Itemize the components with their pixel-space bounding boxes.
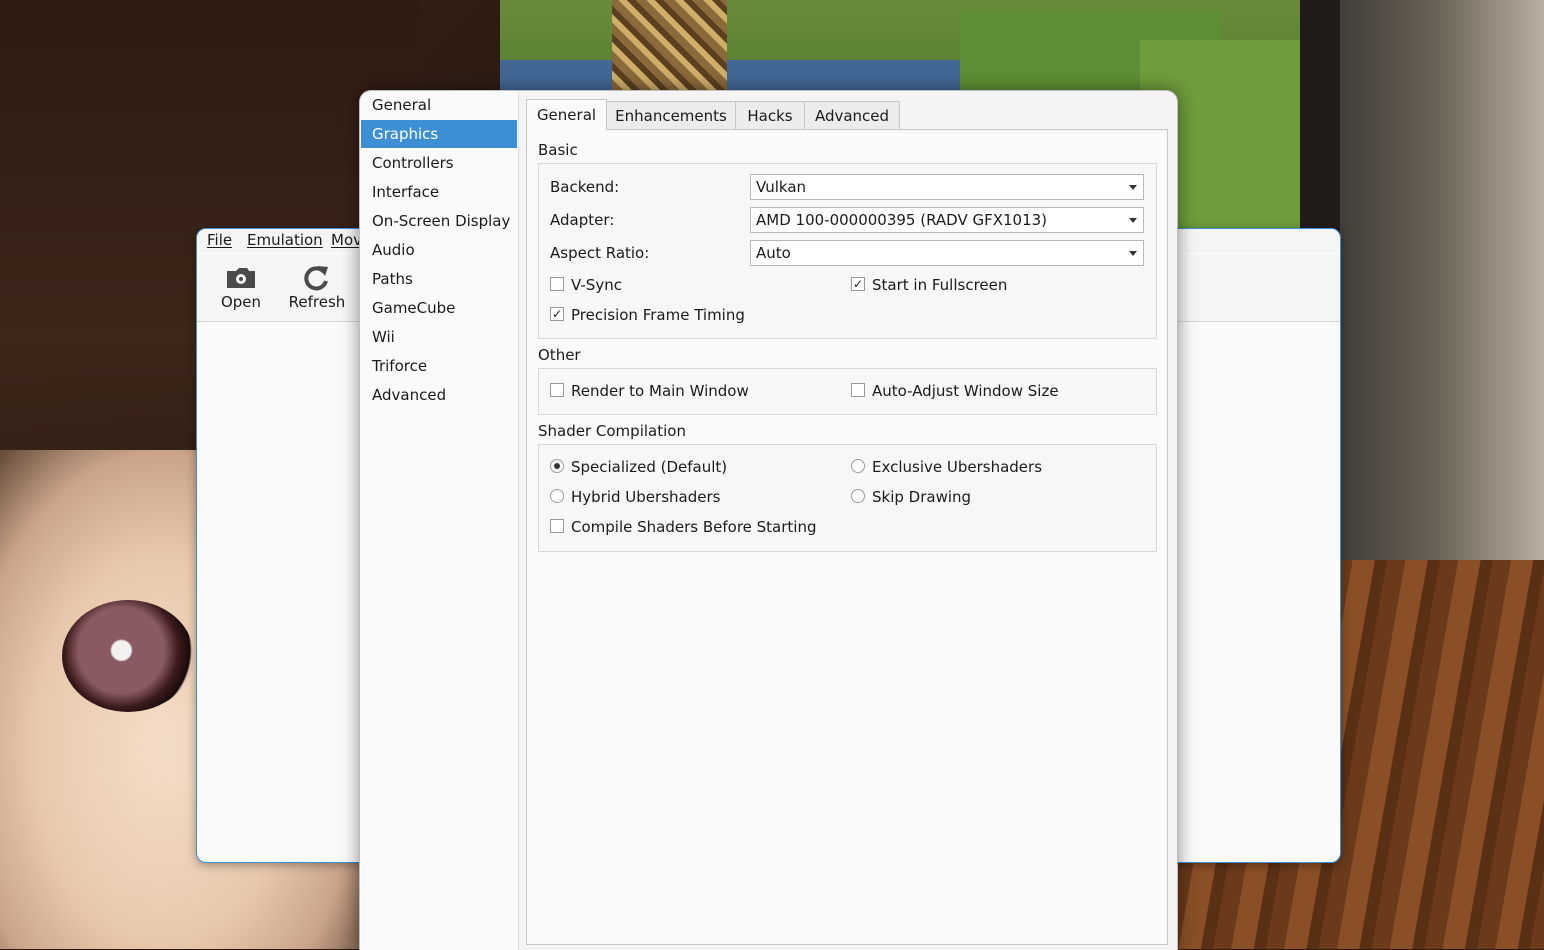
wallpaper-character-eye bbox=[62, 600, 194, 712]
start-fullscreen-label: Start in Fullscreen bbox=[872, 276, 1008, 294]
skip-drawing-radio[interactable]: Skip Drawing bbox=[851, 487, 971, 507]
basic-group-title: Basic bbox=[538, 141, 578, 159]
render-main-window-label: Render to Main Window bbox=[571, 382, 749, 400]
chevron-down-icon bbox=[1129, 185, 1137, 190]
auto-adjust-window-label: Auto-Adjust Window Size bbox=[872, 382, 1059, 400]
adapter-value: AMD 100-000000395 (RADV GFX1013) bbox=[756, 211, 1048, 229]
aspect-ratio-select[interactable]: Auto bbox=[750, 240, 1144, 266]
compile-shaders-label: Compile Shaders Before Starting bbox=[571, 518, 817, 536]
radio-dot bbox=[550, 458, 564, 473]
checkbox-box bbox=[550, 304, 564, 324]
sidebar-item-interface[interactable]: Interface bbox=[361, 178, 517, 206]
checkbox-box bbox=[550, 382, 564, 397]
shader-compilation-group: Specialized (Default) Exclusive Ubershad… bbox=[538, 444, 1157, 552]
checkbox-box bbox=[550, 518, 564, 533]
general-tab-panel: Basic Backend: Vulkan Adapter: AMD 100-0… bbox=[526, 129, 1168, 945]
vsync-checkbox[interactable]: V-Sync bbox=[550, 275, 622, 295]
sidebar-item-audio[interactable]: Audio bbox=[361, 236, 517, 264]
radio-dot bbox=[851, 488, 865, 503]
chevron-down-icon bbox=[1129, 251, 1137, 256]
vsync-label: V-Sync bbox=[571, 276, 622, 294]
aspect-ratio-value: Auto bbox=[756, 244, 791, 262]
tab-enhancements[interactable]: Enhancements bbox=[606, 101, 736, 129]
settings-dialog: General Graphics Controllers Interface O… bbox=[359, 90, 1178, 950]
checkbox-box bbox=[851, 382, 865, 397]
menu-movie[interactable]: Mov bbox=[331, 231, 362, 249]
exclusive-ubershaders-radio[interactable]: Exclusive Ubershaders bbox=[851, 457, 1042, 477]
compile-shaders-before-starting-checkbox[interactable]: Compile Shaders Before Starting bbox=[550, 517, 817, 537]
start-fullscreen-checkbox[interactable]: Start in Fullscreen bbox=[851, 274, 1008, 295]
other-group: Render to Main Window Auto-Adjust Window… bbox=[538, 368, 1157, 415]
checkbox-box bbox=[851, 274, 865, 294]
aspect-ratio-label: Aspect Ratio: bbox=[550, 244, 650, 262]
tab-general[interactable]: General bbox=[526, 99, 607, 130]
chevron-down-icon bbox=[1129, 218, 1137, 223]
hybrid-ubershaders-label: Hybrid Ubershaders bbox=[571, 488, 721, 506]
backend-value: Vulkan bbox=[756, 178, 807, 196]
sidebar-item-wii[interactable]: Wii bbox=[361, 323, 517, 351]
tab-advanced[interactable]: Advanced bbox=[804, 101, 900, 129]
other-group-title: Other bbox=[538, 346, 581, 364]
adapter-label: Adapter: bbox=[550, 211, 615, 229]
sidebar-item-general[interactable]: General bbox=[361, 91, 517, 119]
radio-dot bbox=[550, 488, 564, 503]
radio-dot bbox=[851, 458, 865, 473]
auto-adjust-window-checkbox[interactable]: Auto-Adjust Window Size bbox=[851, 381, 1059, 401]
shader-group-title: Shader Compilation bbox=[538, 422, 686, 440]
menu-emulation[interactable]: Emulation bbox=[247, 231, 323, 249]
menu-file[interactable]: File bbox=[207, 231, 232, 249]
backend-select[interactable]: Vulkan bbox=[750, 174, 1144, 200]
refresh-button[interactable]: Refresh bbox=[279, 259, 355, 321]
specialized-label: Specialized (Default) bbox=[571, 458, 728, 476]
render-main-window-checkbox[interactable]: Render to Main Window bbox=[550, 381, 749, 401]
sidebar-item-on-screen-display[interactable]: On-Screen Display bbox=[361, 207, 517, 235]
checkbox-box bbox=[550, 276, 564, 291]
sidebar-item-paths[interactable]: Paths bbox=[361, 265, 517, 293]
exclusive-ubershaders-label: Exclusive Ubershaders bbox=[872, 458, 1043, 476]
adapter-select[interactable]: AMD 100-000000395 (RADV GFX1013) bbox=[750, 207, 1144, 233]
open-button[interactable]: Open bbox=[203, 259, 279, 321]
refresh-label: Refresh bbox=[288, 293, 346, 311]
sidebar-item-triforce[interactable]: Triforce bbox=[361, 352, 517, 380]
refresh-icon bbox=[304, 266, 328, 291]
hybrid-ubershaders-radio[interactable]: Hybrid Ubershaders bbox=[550, 487, 720, 507]
folder-open-icon bbox=[227, 268, 255, 288]
sidebar-item-advanced[interactable]: Advanced bbox=[361, 381, 517, 409]
open-label: Open bbox=[220, 293, 262, 311]
wallpaper-tree bbox=[612, 0, 727, 90]
basic-group: Backend: Vulkan Adapter: AMD 100-0000003… bbox=[538, 163, 1157, 339]
specialized-radio[interactable]: Specialized (Default) bbox=[550, 457, 727, 477]
settings-sidebar: General Graphics Controllers Interface O… bbox=[360, 91, 519, 950]
backend-label: Backend: bbox=[550, 178, 620, 196]
sidebar-item-graphics[interactable]: Graphics bbox=[361, 120, 517, 148]
skip-drawing-label: Skip Drawing bbox=[872, 488, 972, 506]
precision-frame-timing-checkbox[interactable]: Precision Frame Timing bbox=[550, 304, 745, 325]
tab-hacks[interactable]: Hacks bbox=[735, 101, 805, 129]
sidebar-item-gamecube[interactable]: GameCube bbox=[361, 294, 517, 322]
precision-frame-timing-label: Precision Frame Timing bbox=[571, 306, 745, 324]
sidebar-item-controllers[interactable]: Controllers bbox=[361, 149, 517, 177]
